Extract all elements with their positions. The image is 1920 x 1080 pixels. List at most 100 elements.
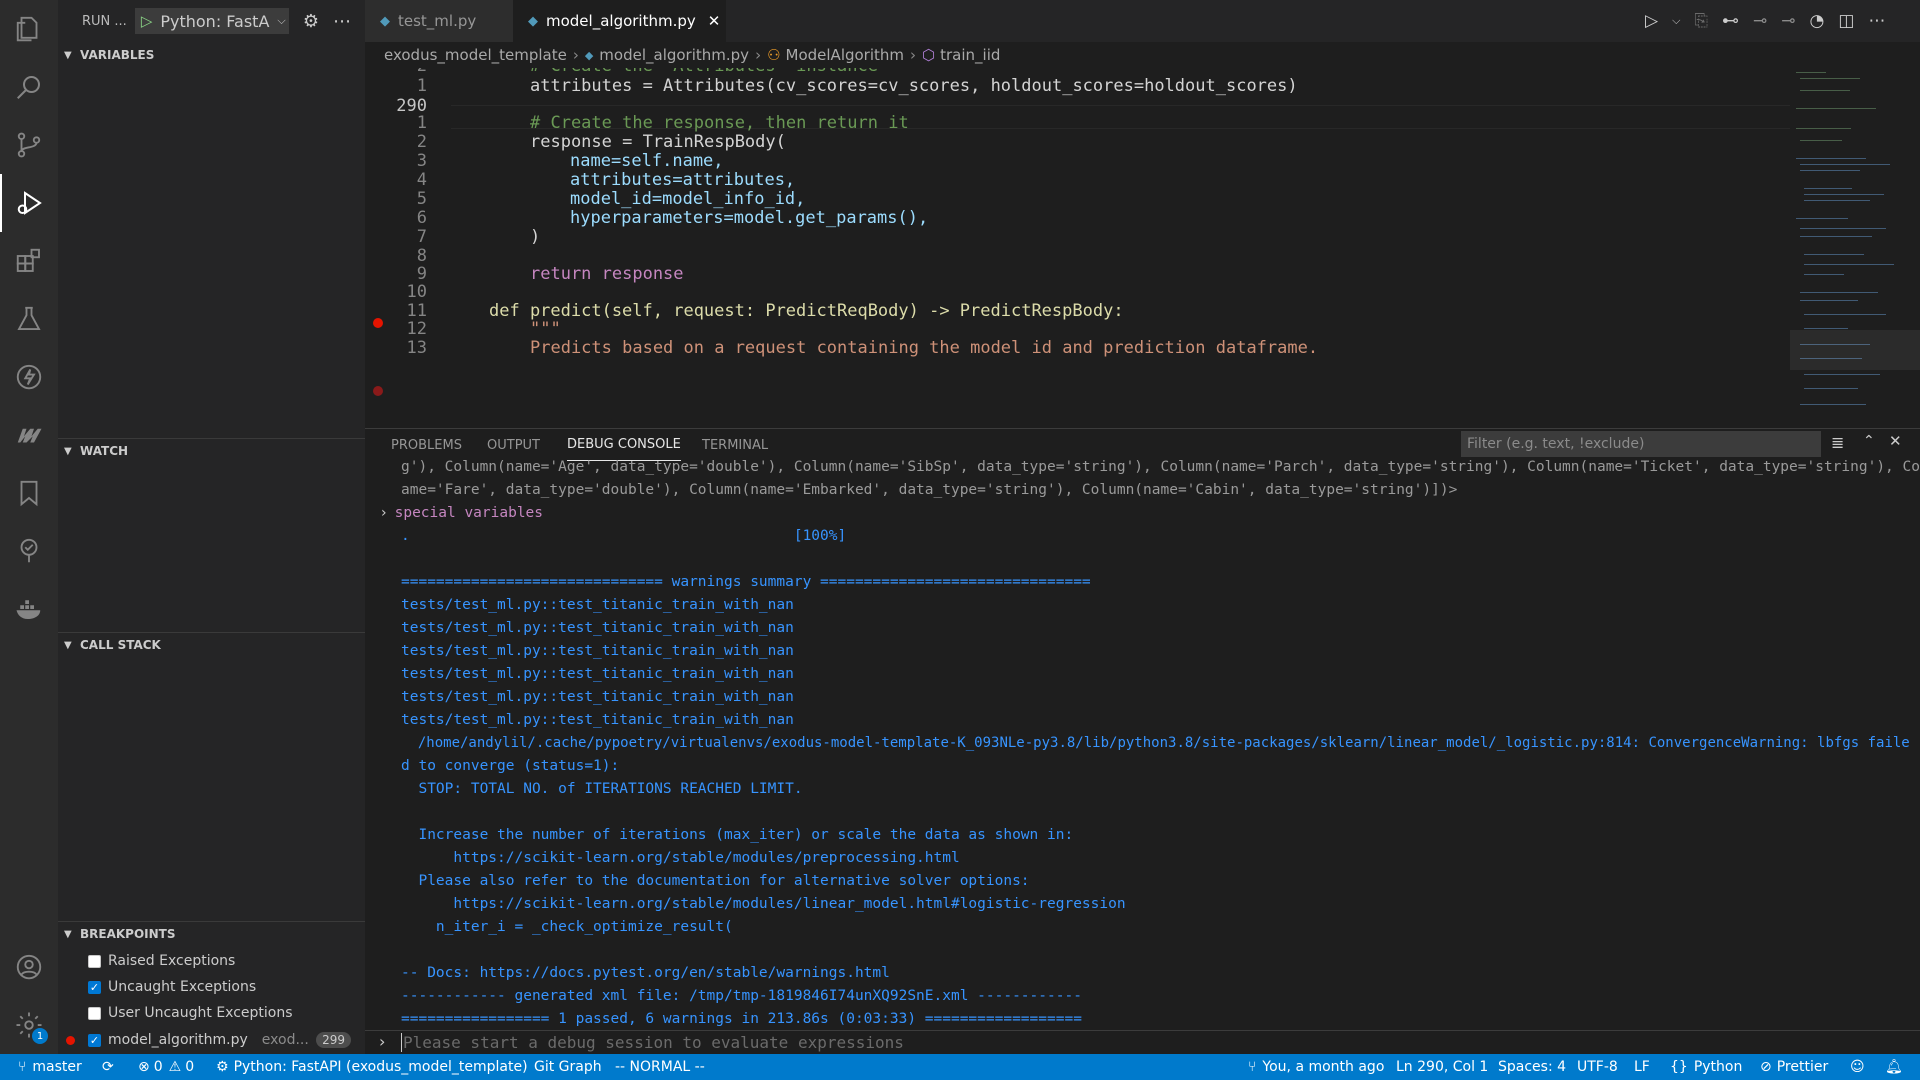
- tab-terminal[interactable]: TERMINAL: [702, 429, 768, 461]
- blame-label: You, a month ago: [1262, 1059, 1385, 1075]
- console-line: ------------ generated xml file: /tmp/tm…: [401, 988, 1082, 1004]
- call-stack-title: CALL STACK: [80, 638, 161, 652]
- split-editor-icon[interactable]: ◫: [1838, 11, 1854, 31]
- breakpoints-section-header[interactable]: ▼ BREAKPOINTS: [58, 922, 365, 946]
- breakpoint-label: Raised Exceptions: [108, 953, 236, 969]
- tab-output[interactable]: OUTPUT: [487, 429, 540, 461]
- clear-console-icon[interactable]: ≣: [1831, 433, 1844, 452]
- code-editor[interactable]: 2 1 290 1 2 3 4 5 6 7 8 9 10 11 12 13 # …: [365, 68, 1920, 420]
- breakpoints-title: BREAKPOINTS: [80, 927, 176, 941]
- language-indicator[interactable]: {} Python: [1670, 1054, 1742, 1080]
- explorer-icon[interactable]: [0, 0, 58, 58]
- chevron-down-icon[interactable]: ⌵: [1672, 14, 1680, 28]
- breadcrumb-file[interactable]: model_algorithm.py: [599, 46, 749, 64]
- call-stack-section-header[interactable]: ▼ CALL STACK: [58, 633, 365, 657]
- breakpoint-raised-exceptions[interactable]: Raised Exceptions: [58, 948, 365, 974]
- chevron-right-icon: ›: [381, 505, 387, 521]
- checkbox[interactable]: [88, 1033, 101, 1047]
- indentation-indicator[interactable]: Spaces: 4: [1498, 1054, 1566, 1080]
- next-change-icon[interactable]: ⊸: [1781, 11, 1795, 31]
- watch-section-header[interactable]: ▼ WATCH: [58, 439, 365, 463]
- maximize-panel-icon[interactable]: ⌃: [1863, 433, 1875, 449]
- bookmark-icon[interactable]: [0, 464, 58, 522]
- source-control-icon[interactable]: [0, 116, 58, 174]
- breakpoint-line-badge: 299: [316, 1032, 351, 1048]
- breakpoint-user-uncaught-exceptions[interactable]: User Uncaught Exceptions: [58, 1000, 365, 1026]
- tab-problems[interactable]: PROBLEMS: [391, 429, 462, 461]
- breakpoint-file-item[interactable]: model_algorithm.py exod... 299: [58, 1027, 365, 1053]
- start-debug-icon[interactable]: ▷: [141, 12, 153, 30]
- code-line: attributes=attributes,: [570, 170, 796, 190]
- prettier-label: Prettier: [1776, 1059, 1829, 1075]
- close-panel-icon[interactable]: ✕: [1889, 432, 1902, 450]
- gear-icon[interactable]: ⚙: [303, 11, 319, 32]
- git-graph-icon[interactable]: [0, 522, 58, 580]
- git-commit-icon[interactable]: ⊷: [1722, 11, 1739, 31]
- debug-config-indicator[interactable]: ⚙ Python: FastAPI (exodus_model_template…: [216, 1054, 528, 1080]
- checkbox[interactable]: [88, 1006, 101, 1020]
- sync-icon[interactable]: ⟳: [102, 1054, 114, 1080]
- code-line: # Create the response, then return it: [530, 113, 909, 133]
- chevron-down-icon: ▼: [64, 639, 72, 651]
- breakpoint-uncaught-exceptions[interactable]: Uncaught Exceptions: [58, 974, 365, 1000]
- eol-indicator[interactable]: LF: [1634, 1054, 1650, 1080]
- run-file-icon[interactable]: ▷: [1645, 11, 1658, 31]
- filter-input[interactable]: Filter (e.g. text, !exclude): [1461, 431, 1821, 457]
- close-icon[interactable]: ✕: [708, 12, 721, 30]
- run-debug-icon[interactable]: [0, 174, 58, 232]
- cursor-position[interactable]: Ln 290, Col 1: [1396, 1054, 1488, 1080]
- previous-change-icon[interactable]: ⊸: [1753, 11, 1767, 31]
- tab-label: test_ml.py: [398, 12, 477, 30]
- search-icon[interactable]: [0, 58, 58, 116]
- tab-debug-console[interactable]: DEBUG CONSOLE: [567, 429, 681, 461]
- thunder-icon[interactable]: [0, 348, 58, 406]
- console-line: ================= 1 passed, 6 warnings i…: [401, 1011, 1082, 1027]
- breadcrumb-class[interactable]: ModelAlgorithm: [786, 46, 905, 64]
- breakpoint-dot-icon[interactable]: [373, 386, 383, 396]
- line-number: 6: [416, 208, 427, 228]
- open-changes-icon[interactable]: ⎘: [1694, 11, 1708, 31]
- variables-section-header[interactable]: ▼ VARIABLES: [58, 43, 365, 67]
- timeline-icon[interactable]: ◔: [1810, 11, 1825, 31]
- run-header: RUN ... ▷ Python: FastA ⌵ ⚙ ⋯: [58, 0, 365, 42]
- feedback-icon[interactable]: ☺: [1850, 1054, 1865, 1080]
- problems-indicator[interactable]: ⊗ 0 ⚠ 0: [138, 1054, 194, 1080]
- launch-config-select[interactable]: ▷ Python: FastA ⌵: [134, 8, 289, 34]
- encoding-indicator[interactable]: UTF-8: [1577, 1054, 1618, 1080]
- docker-icon[interactable]: [0, 580, 58, 638]
- settings-icon[interactable]: 1: [0, 996, 58, 1054]
- debug-console-input[interactable]: › Please start a debug session to evalua…: [365, 1030, 1920, 1054]
- chevron-right-icon: ›: [755, 46, 762, 64]
- breadcrumb-method[interactable]: train_iid: [940, 46, 1000, 64]
- launch-config-label: Python: FastA: [160, 11, 270, 31]
- tab-model-algorithm[interactable]: ◆ model_algorithm.py ✕: [513, 0, 726, 42]
- account-icon[interactable]: [0, 938, 58, 996]
- prettier-indicator[interactable]: ⊘ Prettier: [1760, 1054, 1828, 1080]
- line-number: 3: [416, 151, 427, 171]
- class-icon: ⚇: [767, 46, 781, 64]
- git-graph-button[interactable]: Git Graph: [534, 1054, 602, 1080]
- console-line: -- Docs: https://docs.pytest.org/en/stab…: [401, 965, 890, 981]
- extensions-icon[interactable]: [0, 232, 58, 290]
- code-line: return response: [530, 264, 684, 284]
- console-line: https://scikit-learn.org/stable/modules/…: [401, 896, 1126, 912]
- special-variables-node[interactable]: › special variables: [381, 505, 543, 521]
- minimap[interactable]: [1790, 68, 1920, 420]
- git-blame-indicator[interactable]: ⑂ You, a month ago: [1248, 1054, 1384, 1080]
- vim-icon[interactable]: [0, 406, 58, 464]
- testing-icon[interactable]: [0, 290, 58, 348]
- branch-indicator[interactable]: ⑂ master: [18, 1054, 82, 1080]
- chevron-right-icon: ›: [910, 46, 917, 64]
- breadcrumb-folder[interactable]: exodus_model_template: [384, 46, 567, 64]
- more-actions-icon[interactable]: ⋯: [1868, 11, 1885, 31]
- line-number: 10: [406, 282, 427, 302]
- line-number: 5: [416, 189, 427, 209]
- checkbox[interactable]: [88, 980, 101, 994]
- checkbox[interactable]: [88, 954, 101, 968]
- minimap-preview: [1790, 72, 1920, 405]
- more-actions-icon[interactable]: ⋯: [333, 11, 351, 32]
- tab-test-ml[interactable]: ◆ test_ml.py: [365, 0, 513, 42]
- breakpoint-label: User Uncaught Exceptions: [108, 1005, 293, 1021]
- notifications-icon[interactable]: 🔔︎: [1885, 1054, 1903, 1080]
- console-line: tests/test_ml.py::test_titanic_train_wit…: [401, 643, 794, 659]
